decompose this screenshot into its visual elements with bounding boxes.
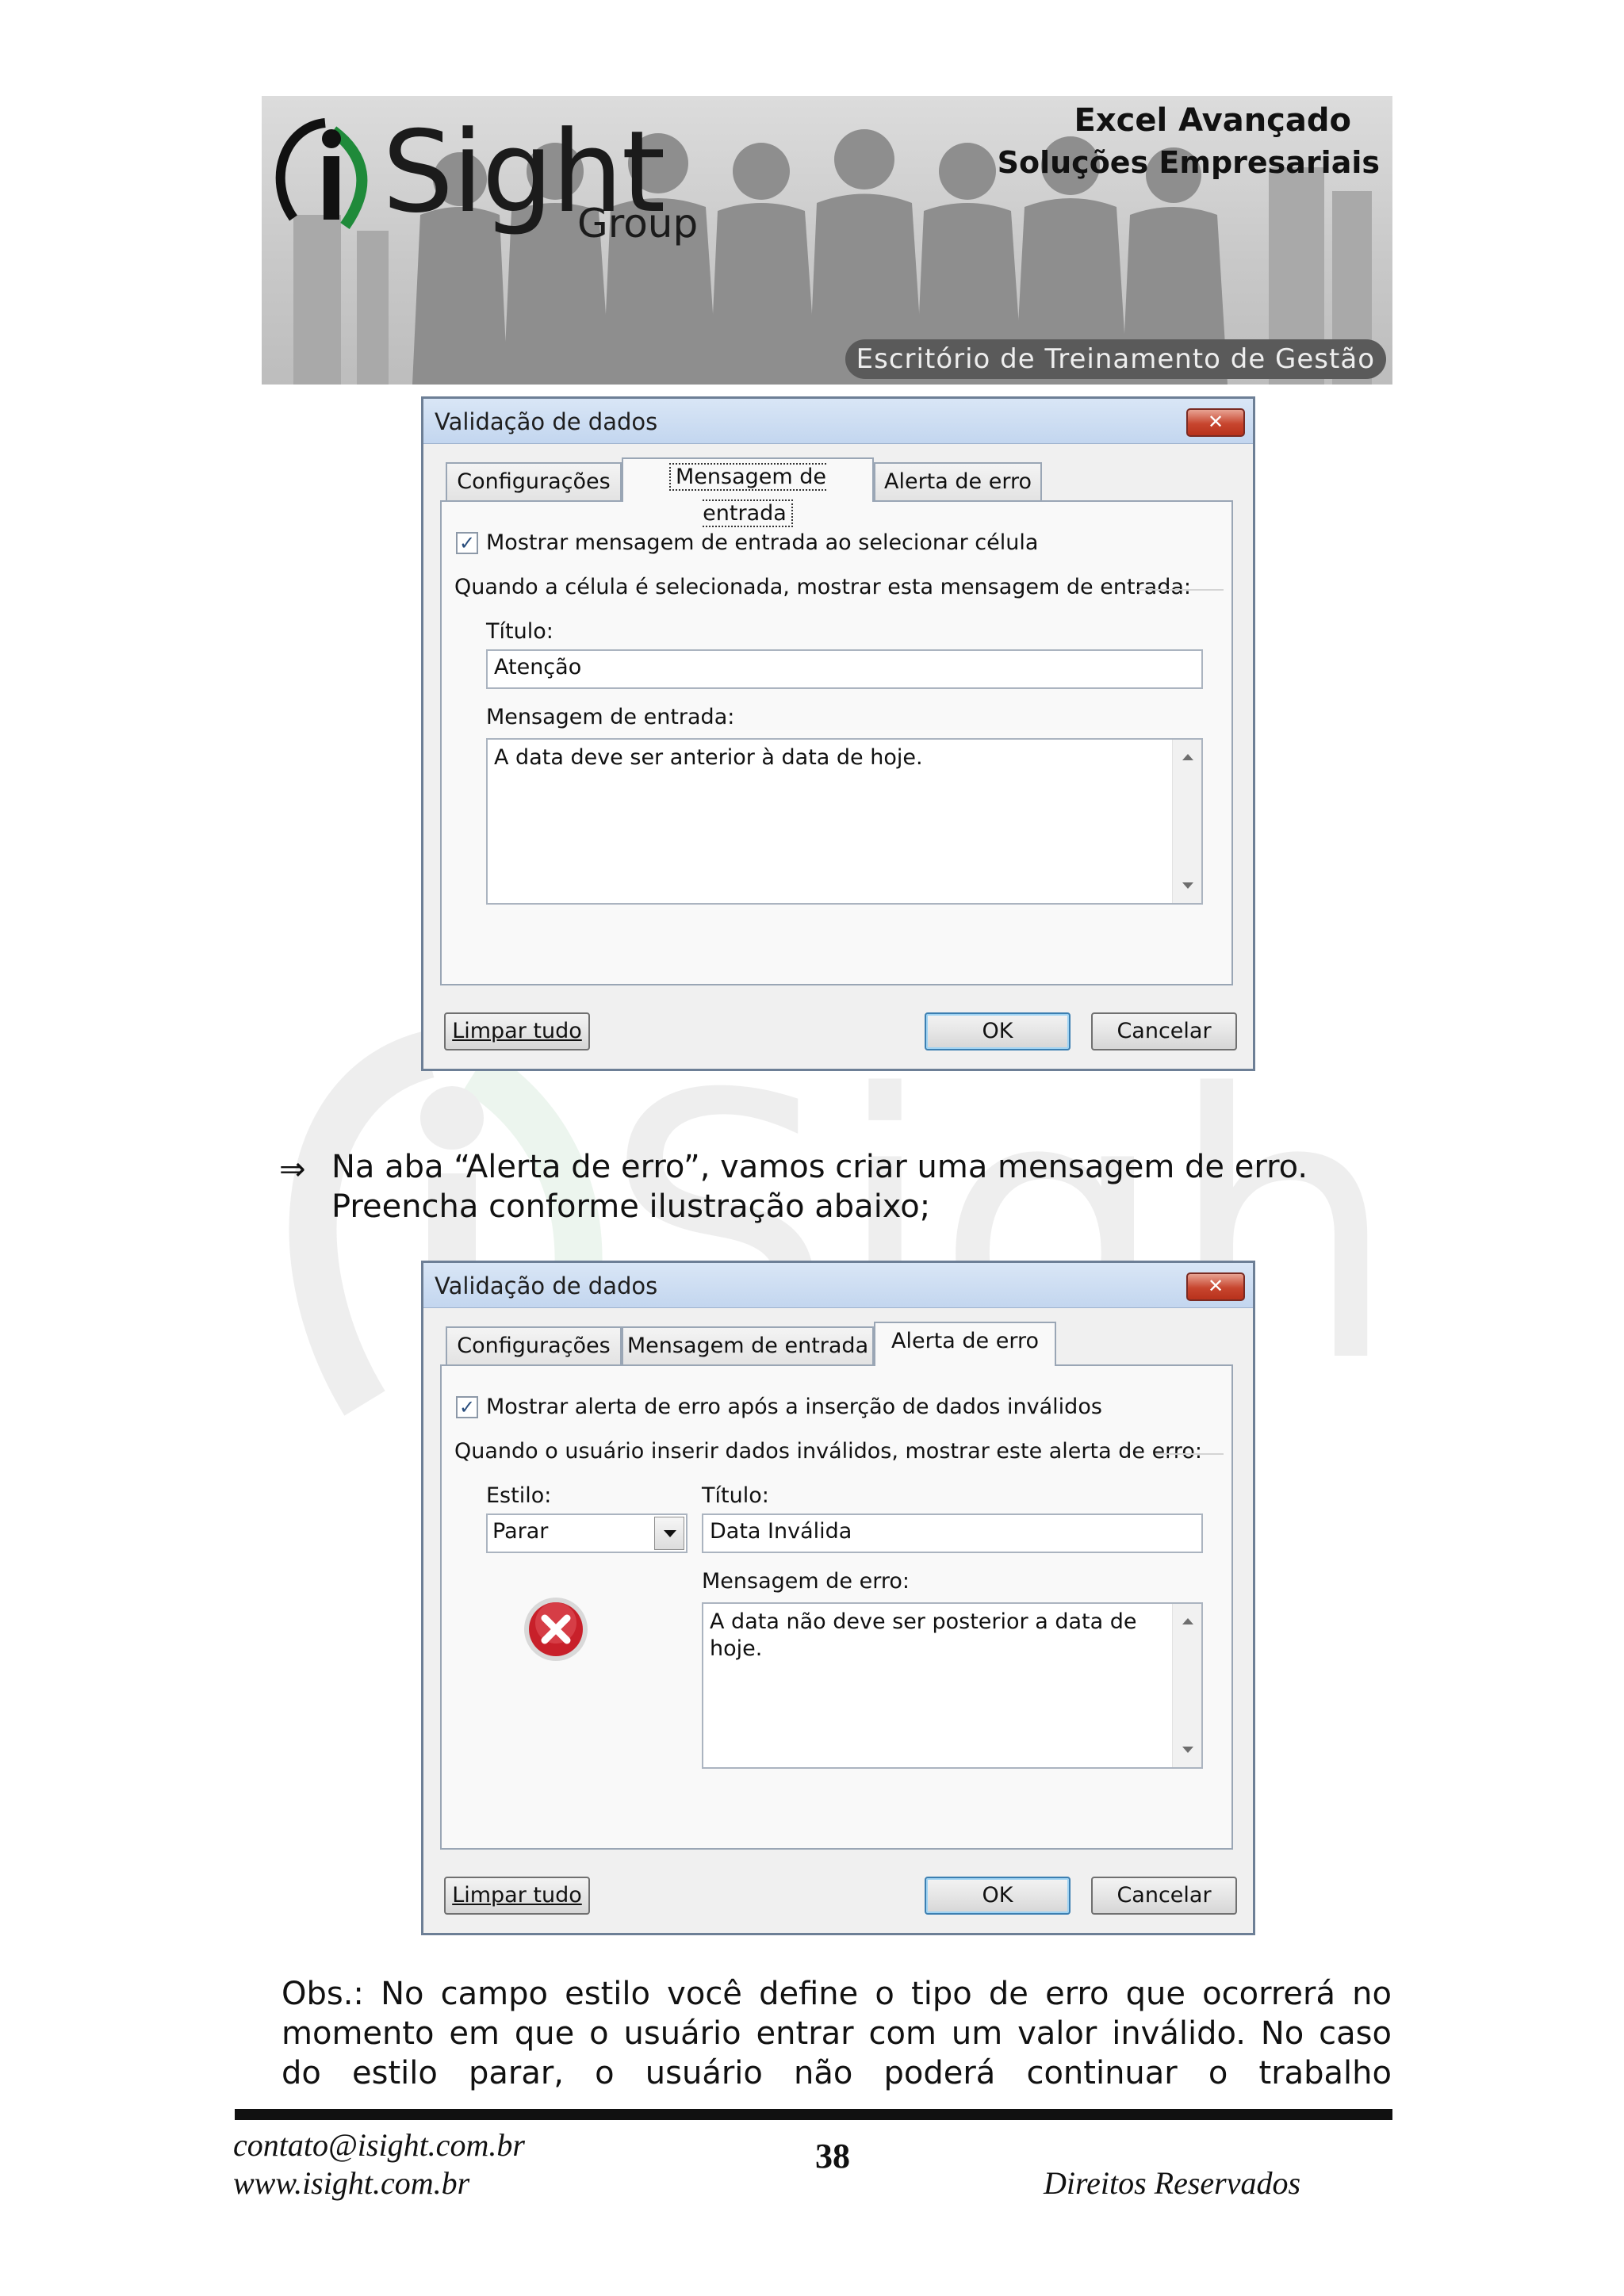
group-divider [1136,589,1224,591]
obs-line-3: do estilo parar, o usuário não poderá co… [282,2055,1392,2091]
cancel-button[interactable]: Cancelar [1091,1012,1237,1050]
style-label: Estilo: [486,1483,552,1508]
title-input[interactable]: Atenção [486,649,1203,689]
message-textarea[interactable]: A data deve ser anterior à data de hoje. [486,738,1203,905]
group-divider [1155,1453,1224,1455]
error-message-label: Mensagem de erro: [702,1569,910,1594]
show-input-message-label: Mostrar mensagem de entrada ao seleciona… [486,530,1039,555]
message-text: A data deve ser anterior à data de hoje. [494,745,923,770]
tab-mensagem-de-entrada[interactable]: Mensagem de entrada [622,457,874,527]
dialog-title: Validação de dados [435,1272,658,1299]
obs-paragraph: Obs.: No campo estilo você define o tipo… [282,1974,1392,2093]
header-banner: Sight Group Excel Avançado Soluções Empr… [262,96,1392,385]
instruction-line-1: Na aba “Alerta de erro”, vamos criar uma… [331,1149,1308,1185]
dialog-titlebar: Validação de dados ✕ [423,399,1253,444]
message-scrollbar[interactable] [1172,740,1201,903]
close-icon[interactable]: ✕ [1186,1272,1245,1301]
scroll-up-icon[interactable] [1182,754,1193,760]
banner-tagline: Escritório de Treinamento de Gestão [845,339,1386,379]
ok-button[interactable]: OK [925,1012,1071,1050]
message-scrollbar[interactable] [1172,1604,1201,1767]
style-select[interactable]: Parar [486,1513,688,1553]
dialog-title: Validação de dados [435,408,658,435]
title-label: Título: [486,619,553,644]
stop-error-icon [524,1598,588,1661]
show-error-alert-label: Mostrar alerta de erro após a inserção d… [486,1395,1102,1419]
footer-email: contato@isight.com.br [233,2127,525,2163]
data-validation-dialog-input-message: Validação de dados ✕ Configurações Mensa… [421,396,1255,1071]
arrow-bullet-icon: ⇒ [279,1151,306,1188]
title-label: Título: [702,1483,769,1508]
logo-group-text: Group [577,201,699,247]
tab-panel: ✓ Mostrar alerta de erro após a inserção… [440,1364,1233,1850]
data-validation-dialog-error-alert: Validação de dados ✕ Configurações Mensa… [421,1261,1255,1935]
clear-all-label: Limpar tudo [452,1883,582,1908]
tab-configuracoes[interactable]: Configurações [446,1326,622,1366]
show-input-message-checkbox[interactable]: ✓ [456,532,478,554]
banner-title: Excel Avançado [1074,102,1352,139]
close-icon[interactable]: ✕ [1186,408,1245,437]
style-value: Parar [492,1519,549,1544]
clear-all-button[interactable]: Limpar tudo [444,1012,590,1050]
group-label: Quando a célula é selecionada, mostrar e… [454,575,1191,599]
scroll-up-icon[interactable] [1182,1618,1193,1624]
group-label: Quando o usuário inserir dados inválidos… [454,1439,1202,1464]
message-label: Mensagem de entrada: [486,705,735,729]
tab-configuracoes[interactable]: Configurações [446,462,622,502]
tab-mensagem-de-entrada[interactable]: Mensagem de entrada [622,1326,874,1366]
instruction-line-2: Preencha conforme ilustração abaixo; [331,1188,931,1225]
isight-logo-icon [275,118,368,230]
page-number: 38 [815,2137,850,2175]
footer-rights: Direitos Reservados [1044,2165,1301,2201]
obs-line-2: momento em que o usuário entrar com um v… [282,2015,1392,2052]
scroll-down-icon[interactable] [1182,1747,1193,1753]
footer-website: www.isight.com.br [233,2165,470,2201]
error-message-text: A data não deve ser posterior a data de … [710,1609,1137,1661]
scroll-down-icon[interactable] [1182,882,1193,889]
tab-alerta-de-erro[interactable]: Alerta de erro [874,1322,1056,1366]
obs-line-1: Obs.: No campo estilo você define o tipo… [282,1976,1392,2012]
clear-all-label: Limpar tudo [452,1019,582,1043]
tab-panel: ✓ Mostrar mensagem de entrada ao selecio… [440,500,1233,985]
clear-all-button[interactable]: Limpar tudo [444,1877,590,1915]
error-message-textarea[interactable]: A data não deve ser posterior a data de … [702,1602,1203,1769]
tab-alerta-de-erro[interactable]: Alerta de erro [874,462,1042,502]
banner-subtitle: Soluções Empresariais [997,145,1380,180]
show-error-alert-checkbox[interactable]: ✓ [456,1396,478,1418]
cancel-button[interactable]: Cancelar [1091,1877,1237,1915]
title-input[interactable]: Data Inválida [702,1513,1203,1553]
dialog-titlebar: Validação de dados ✕ [423,1263,1253,1308]
footer-divider [235,2109,1392,2120]
ok-button[interactable]: OK [925,1877,1071,1915]
chevron-down-icon[interactable] [654,1517,684,1550]
